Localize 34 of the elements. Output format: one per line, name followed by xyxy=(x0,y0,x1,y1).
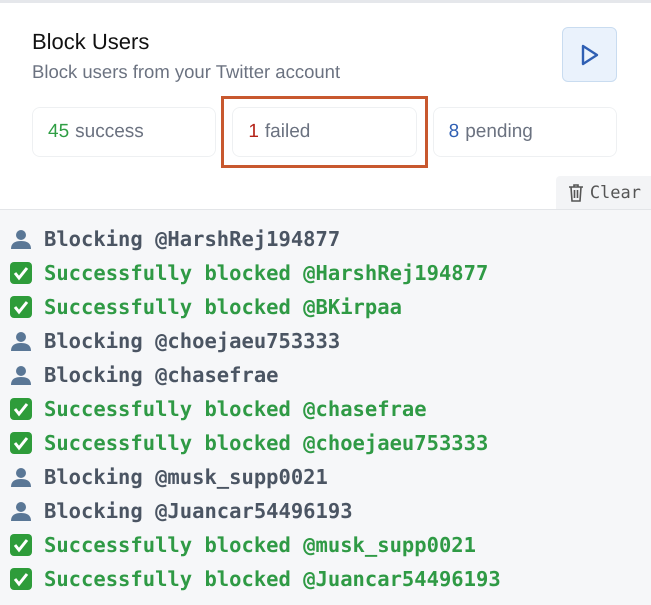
person-icon xyxy=(10,500,32,522)
success-log-line: Successfully blocked @HarshRej194877 xyxy=(44,261,488,285)
success-log-line: Successfully blocked @Juancar54496193 xyxy=(44,567,501,591)
person-icon xyxy=(10,364,32,386)
play-button[interactable] xyxy=(562,27,617,82)
success-log-line: Successfully blocked @chasefrae xyxy=(44,397,427,421)
checkmark-icon xyxy=(10,398,32,420)
checkmark-icon xyxy=(10,568,32,590)
success-log-line: Successfully blocked @BKirpaa xyxy=(44,295,402,319)
clear-button[interactable]: Clear xyxy=(556,176,651,209)
success-log-line: Successfully blocked @musk_supp0021 xyxy=(44,533,476,557)
log-line: Blocking @musk_supp0021 xyxy=(44,465,328,489)
log-line: Blocking @HarshRej194877 xyxy=(44,227,340,251)
log-line: Blocking @choejaeu753333 xyxy=(44,329,340,353)
person-icon xyxy=(10,228,32,250)
log-line: Blocking @Juancar54496193 xyxy=(44,499,353,523)
play-icon xyxy=(580,44,598,66)
trash-icon xyxy=(568,183,584,202)
stat-label: failed xyxy=(264,121,310,143)
stat-count: 45 xyxy=(48,121,70,143)
checkmark-icon xyxy=(10,432,32,454)
success-log-line: Successfully blocked @choejaeu753333 xyxy=(44,431,488,455)
person-icon xyxy=(10,330,32,352)
stat-label: pending xyxy=(465,121,533,143)
card-title: Block Users xyxy=(32,29,150,55)
person-icon xyxy=(10,466,32,488)
log-line: Blocking @chasefrae xyxy=(44,363,278,387)
card-subtitle: Block users from your Twitter account xyxy=(32,61,340,83)
stat-label: success xyxy=(75,121,144,143)
stat-count: 8 xyxy=(448,121,460,143)
stat-count: 1 xyxy=(248,121,259,143)
checkmark-icon xyxy=(10,534,32,556)
checkmark-icon xyxy=(10,296,32,318)
checkmark-icon xyxy=(10,262,32,284)
